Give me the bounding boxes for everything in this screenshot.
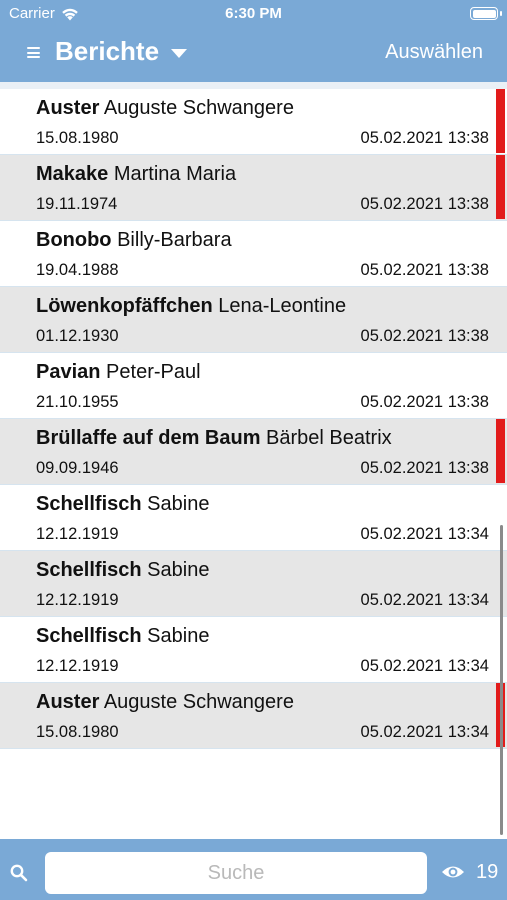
person-name: Sabine — [147, 625, 210, 647]
birth-date: 12.12.1919 — [36, 657, 119, 675]
report-row[interactable]: Brüllaffe auf dem Baum Bärbel Beatrix 09.… — [0, 419, 507, 485]
report-timestamp: 05.02.2021 13:38 — [360, 459, 489, 477]
report-row[interactable]: Makake Martina Maria 19.11.1974 05.02.2021… — [0, 155, 507, 221]
report-list[interactable]: Auster Auguste Schwangere 15.08.1980 05.02… — [0, 89, 507, 839]
top-bar: Carrier 6:30 PM Berichte Auswählen — [0, 0, 507, 90]
person-name: Sabine — [147, 493, 210, 515]
scrollbar[interactable] — [500, 525, 503, 835]
birth-date: 15.08.1980 — [36, 129, 119, 147]
bottom-toolbar: 19 — [0, 839, 507, 900]
report-name: Pavian Peter-Paul — [36, 361, 201, 384]
report-name: Bonobo Billy-Barbara — [36, 229, 232, 252]
species-name: Makake — [36, 163, 109, 185]
report-name: Schellfisch Sabine — [36, 559, 209, 582]
report-timestamp: 05.02.2021 13:38 — [360, 327, 489, 345]
report-row[interactable]: Schellfisch Sabine 12.12.1919 05.02.2021 1… — [0, 617, 507, 683]
birth-date: 12.12.1919 — [36, 525, 119, 543]
report-timestamp: 05.02.2021 13:34 — [360, 723, 489, 741]
battery-icon — [470, 7, 498, 20]
birth-date: 15.08.1980 — [36, 723, 119, 741]
birth-date: 19.04.1988 — [36, 261, 119, 279]
navigation-bar: Berichte Auswählen — [0, 30, 507, 78]
report-name: Löwenkopfäffchen Lena-Leontine — [36, 295, 346, 318]
report-timestamp: 05.02.2021 13:34 — [360, 525, 489, 543]
report-row[interactable]: Schellfisch Sabine 12.12.1919 05.02.2021 1… — [0, 485, 507, 551]
report-row[interactable]: Pavian Peter-Paul 21.10.1955 05.02.2021 13… — [0, 353, 507, 419]
flag-marker — [496, 419, 505, 483]
birth-date: 01.12.1930 — [36, 327, 119, 345]
report-name: Schellfisch Sabine — [36, 493, 209, 516]
search-icon[interactable] — [10, 864, 28, 882]
person-name: Peter-Paul — [106, 361, 201, 383]
title-dropdown[interactable]: Berichte — [55, 36, 188, 67]
person-name: Auguste Schwangere — [103, 691, 294, 713]
report-timestamp: 05.02.2021 13:38 — [360, 393, 489, 411]
person-name: Martina Maria — [113, 163, 237, 185]
report-row[interactable]: Löwenkopfäffchen Lena-Leontine 01.12.1930… — [0, 287, 507, 353]
search-input[interactable] — [45, 852, 427, 894]
species-name: Auster — [36, 97, 100, 119]
person-name: Billy-Barbara — [117, 229, 232, 251]
report-timestamp: 05.02.2021 13:38 — [360, 195, 489, 213]
birth-date: 09.09.1946 — [36, 459, 119, 477]
report-name: Schellfisch Sabine — [36, 625, 209, 648]
report-name: Brüllaffe auf dem Baum Bärbel Beatrix — [36, 427, 392, 450]
person-name: Bärbel Beatrix — [266, 427, 392, 449]
species-name: Löwenkopfäffchen — [36, 295, 213, 317]
status-time: 6:30 PM — [225, 5, 282, 22]
species-name: Brüllaffe auf dem Baum — [36, 427, 261, 449]
flag-marker — [496, 155, 505, 219]
person-name: Auguste Schwangere — [103, 97, 294, 119]
species-name: Schellfisch — [36, 625, 142, 647]
report-name: Auster Auguste Schwangere — [36, 691, 294, 714]
page-title: Berichte — [55, 36, 160, 66]
select-button[interactable]: Auswählen — [385, 41, 483, 64]
report-timestamp: 05.02.2021 13:34 — [360, 657, 489, 675]
battery-cap — [500, 11, 502, 16]
species-name: Pavian — [36, 361, 101, 383]
report-timestamp: 05.02.2021 13:34 — [360, 591, 489, 609]
visible-count: 19 — [476, 861, 499, 883]
person-name: Lena-Leontine — [218, 295, 347, 317]
birth-date: 19.11.1974 — [36, 195, 118, 213]
menu-icon[interactable] — [27, 47, 40, 58]
species-name: Schellfisch — [36, 559, 142, 581]
report-name: Auster Auguste Schwangere — [36, 97, 294, 120]
eye-icon[interactable] — [441, 864, 465, 880]
report-row[interactable]: Schellfisch Sabine 12.12.1919 05.02.2021 1… — [0, 551, 507, 617]
report-row[interactable]: Auster Auguste Schwangere 15.08.1980 05.02… — [0, 89, 507, 155]
species-name: Schellfisch — [36, 493, 142, 515]
flag-marker — [496, 89, 505, 153]
report-row[interactable]: Auster Auguste Schwangere 15.08.1980 05.02… — [0, 683, 507, 749]
birth-date: 12.12.1919 — [36, 591, 119, 609]
report-timestamp: 05.02.2021 13:38 — [360, 261, 489, 279]
species-name: Auster — [36, 691, 100, 713]
chevron-down-icon — [171, 48, 188, 58]
report-timestamp: 05.02.2021 13:38 — [360, 129, 489, 147]
status-bar: Carrier 6:30 PM — [0, 0, 507, 30]
species-name: Bonobo — [36, 229, 112, 251]
report-row[interactable]: Bonobo Billy-Barbara 19.04.1988 05.02.2021… — [0, 221, 507, 287]
report-name: Makake Martina Maria — [36, 163, 236, 186]
person-name: Sabine — [147, 559, 210, 581]
birth-date: 21.10.1955 — [36, 393, 119, 411]
